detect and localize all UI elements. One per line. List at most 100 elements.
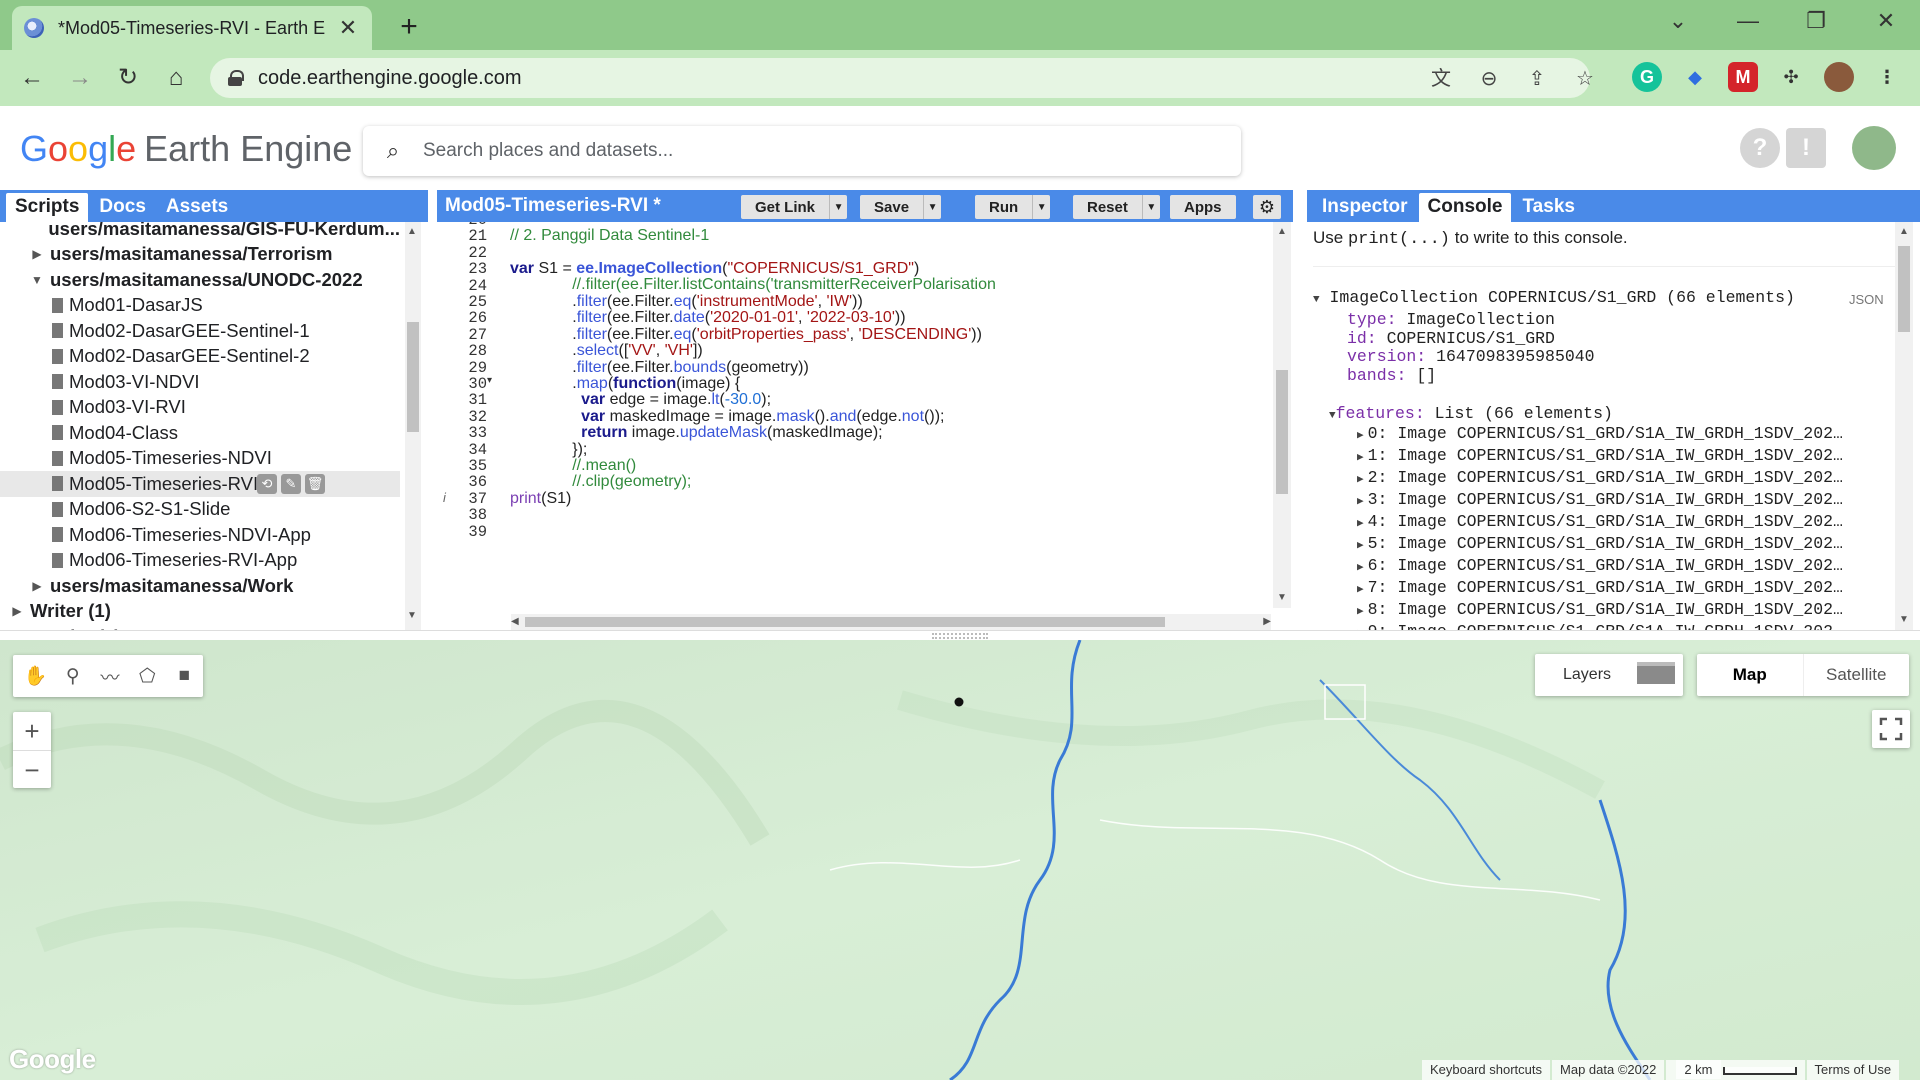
scripts-scroll-thumb[interactable]	[407, 322, 419, 432]
scripts-scrollbar[interactable]: ▲ ▼	[405, 222, 421, 630]
draw-polygon-icon[interactable]: ⬠	[129, 658, 166, 694]
tab-console[interactable]: Console	[1418, 193, 1512, 222]
search-input[interactable]	[423, 140, 1241, 162]
feature-list-item[interactable]: ▶ 4: Image COPERNICUS/S1_GRD/S1A_IW_GRDH_…	[1357, 512, 1843, 531]
reset-dropdown-icon[interactable]: ▼	[1141, 195, 1160, 219]
map-type-map-button[interactable]: Map	[1697, 654, 1803, 696]
save-button[interactable]: Save ▼	[860, 195, 942, 219]
editor-horizontal-scrollbar[interactable]: ◀ ▶	[511, 614, 1271, 630]
expand-arrow-icon[interactable]: ▶	[1357, 584, 1364, 596]
expand-arrow-icon[interactable]: ▶	[1357, 562, 1364, 574]
back-arrow-icon[interactable]: ←	[15, 62, 49, 94]
expand-arrow-icon[interactable]: ▶	[1357, 518, 1364, 530]
keyboard-shortcuts-link[interactable]: Keyboard shortcuts	[1422, 1060, 1551, 1080]
map-type-satellite-button[interactable]: Satellite	[1802, 654, 1910, 696]
save-dropdown-icon[interactable]: ▼	[923, 195, 941, 219]
json-link[interactable]: JSON	[1849, 292, 1884, 307]
fullscreen-icon[interactable]	[1872, 710, 1910, 748]
tab-tasks[interactable]: Tasks	[1513, 193, 1583, 222]
scale-indicator[interactable]: 2 km	[1666, 1060, 1805, 1080]
feature-list-item[interactable]: ▶ 5: Image COPERNICUS/S1_GRD/S1A_IW_GRDH_…	[1357, 534, 1843, 553]
tab-search-chevron-icon[interactable]: ⌄	[1658, 8, 1698, 34]
script-file-item[interactable]: Mod04-Class	[0, 420, 400, 446]
zoom-out-button[interactable]: −	[13, 750, 51, 788]
run-dropdown-icon[interactable]: ▼	[1032, 195, 1050, 219]
grammarly-extension-icon[interactable]: G	[1632, 62, 1662, 92]
console-scrollbar[interactable]: ▲ ▼	[1895, 222, 1913, 630]
reload-icon[interactable]: ↻	[111, 62, 145, 94]
script-folder-item[interactable]: ▶ users/masitamanessa/Work	[0, 573, 400, 599]
resize-grip[interactable]	[932, 633, 988, 639]
close-tab-icon[interactable]: ✕	[336, 15, 360, 41]
script-file-item[interactable]: Mod06-Timeseries-RVI-App	[0, 548, 400, 574]
feature-list-item[interactable]: ▶ 6: Image COPERNICUS/S1_GRD/S1A_IW_GRDH_…	[1357, 556, 1843, 575]
tab-docs[interactable]: Docs	[90, 193, 154, 222]
browser-menu-icon[interactable]: ⋮	[1872, 62, 1902, 92]
script-file-item[interactable]: Mod03-VI-RVI	[0, 395, 400, 421]
panel-resize-divider[interactable]	[0, 630, 1920, 640]
settings-gear-icon[interactable]: ⚙	[1253, 195, 1281, 219]
reset-button[interactable]: Reset ▼	[1073, 195, 1160, 219]
add-marker-icon[interactable]: ⚲	[54, 658, 91, 694]
expand-arrow-icon[interactable]: ▶	[30, 247, 44, 261]
zoom-out-icon[interactable]: ⊖	[1476, 66, 1502, 92]
delete-icon[interactable]: 🗑	[305, 474, 325, 494]
home-icon[interactable]: ⌂	[159, 62, 193, 94]
feedback-icon[interactable]: !	[1786, 128, 1826, 168]
user-avatar[interactable]	[1852, 126, 1896, 170]
fold-toggle-icon[interactable]: ▾	[487, 375, 497, 386]
restore-window-icon[interactable]: ❐	[1796, 8, 1836, 34]
get-link-dropdown-icon[interactable]: ▼	[829, 195, 847, 219]
feature-list-item[interactable]: ▶9: Image COPERNICUS/S1_GRD/S1A_IW_GRDH_…	[1357, 622, 1843, 630]
editor-vertical-scrollbar[interactable]: ▲ ▼	[1273, 222, 1291, 608]
browser-tab[interactable]: *Mod05-Timeseries-RVI - Earth E ✕	[12, 6, 372, 50]
tab-assets[interactable]: Assets	[157, 193, 237, 222]
script-file-item[interactable]: Mod02-DasarGEE-Sentinel-2	[0, 344, 400, 370]
run-button[interactable]: Run ▼	[975, 195, 1051, 219]
url-field[interactable]: code.earthengine.google.com 文 ⊖ ⇪ ☆	[210, 58, 1594, 98]
history-icon[interactable]: ⟲	[257, 474, 277, 494]
code-editor[interactable]: 2021222324252627282930313233343536373839…	[437, 222, 1293, 630]
collection-header[interactable]: ▼ ImageCollection COPERNICUS/S1_GRD (66 …	[1313, 288, 1795, 307]
expand-arrow-icon[interactable]: ▶	[1357, 430, 1364, 442]
mendeley-extension-icon[interactable]: M	[1728, 62, 1758, 92]
collapse-arrow-icon[interactable]: ▼	[30, 273, 44, 287]
feature-list-item[interactable]: ▶ 7: Image COPERNICUS/S1_GRD/S1A_IW_GRDH_…	[1357, 578, 1843, 597]
close-window-icon[interactable]: ✕	[1866, 8, 1906, 34]
expand-arrow-icon[interactable]: ▶	[1357, 474, 1364, 486]
draw-line-icon[interactable]: 〰	[91, 658, 128, 694]
map-view[interactable]: ✋ ⚲ 〰 ⬠ ■ + − Layers Map Satellite Googl…	[0, 640, 1920, 1080]
share-icon[interactable]: ⇪	[1524, 66, 1550, 92]
expand-arrow-icon[interactable]: ▶	[30, 579, 44, 593]
get-link-button[interactable]: Get Link ▼	[741, 195, 848, 219]
feature-list-item[interactable]: ▶ 8: Image COPERNICUS/S1_GRD/S1A_IW_GRDH_…	[1357, 600, 1843, 619]
script-file-item[interactable]: Mod05-Timeseries-NDVI	[0, 446, 400, 472]
script-folder-item[interactable]: ▶ users/masitamanessa/Terrorism	[0, 242, 400, 268]
expand-arrow-icon[interactable]: ▶	[10, 604, 24, 618]
tab-scripts[interactable]: Scripts	[6, 193, 89, 222]
extensions-puzzle-icon[interactable]: ✣	[1776, 62, 1806, 92]
bookmark-star-icon[interactable]: ☆	[1572, 66, 1598, 92]
draw-rectangle-icon[interactable]: ■	[166, 658, 203, 694]
feature-list-item[interactable]: ▶ 2: Image COPERNICUS/S1_GRD/S1A_IW_GRDH_…	[1357, 468, 1843, 487]
zoom-in-button[interactable]: +	[13, 712, 51, 750]
script-folder-item[interactable]: ▶ Writer (1)	[0, 599, 400, 625]
terms-of-use-link[interactable]: Terms of Use	[1806, 1060, 1900, 1080]
script-file-item[interactable]: Mod06-S2-S1-Slide	[0, 497, 400, 523]
expand-arrow-icon[interactable]: ▶	[1357, 540, 1364, 552]
feature-list-item[interactable]: ▶ 1: Image COPERNICUS/S1_GRD/S1A_IW_GRDH_…	[1357, 446, 1843, 465]
expand-arrow-icon[interactable]: ▶	[1357, 452, 1364, 464]
google-earth-engine-logo[interactable]: Google Earth Engine	[20, 128, 352, 170]
feature-list-item[interactable]: ▶ 3: Image COPERNICUS/S1_GRD/S1A_IW_GRDH_…	[1357, 490, 1843, 509]
script-folder-item[interactable]: users/masitamanessa/GIS-FU-Kerdum...	[0, 222, 400, 242]
edit-icon[interactable]: ✎	[281, 474, 301, 494]
feature-list-item[interactable]: ▶ 0: Image COPERNICUS/S1_GRD/S1A_IW_GRDH_…	[1357, 424, 1843, 443]
info-marker-icon[interactable]: i	[443, 490, 453, 505]
help-icon[interactable]: ?	[1740, 128, 1780, 168]
geometry-point-marker[interactable]	[954, 697, 964, 707]
script-folder-item[interactable]: ▼ users/masitamanessa/UNODC-2022	[0, 267, 400, 293]
features-row[interactable]: ▼features: List (66 elements)	[1329, 404, 1613, 423]
minimize-window-icon[interactable]: —	[1728, 8, 1768, 34]
translate-icon[interactable]: 文	[1428, 66, 1454, 92]
expand-arrow-icon[interactable]: ▶	[1357, 606, 1364, 618]
